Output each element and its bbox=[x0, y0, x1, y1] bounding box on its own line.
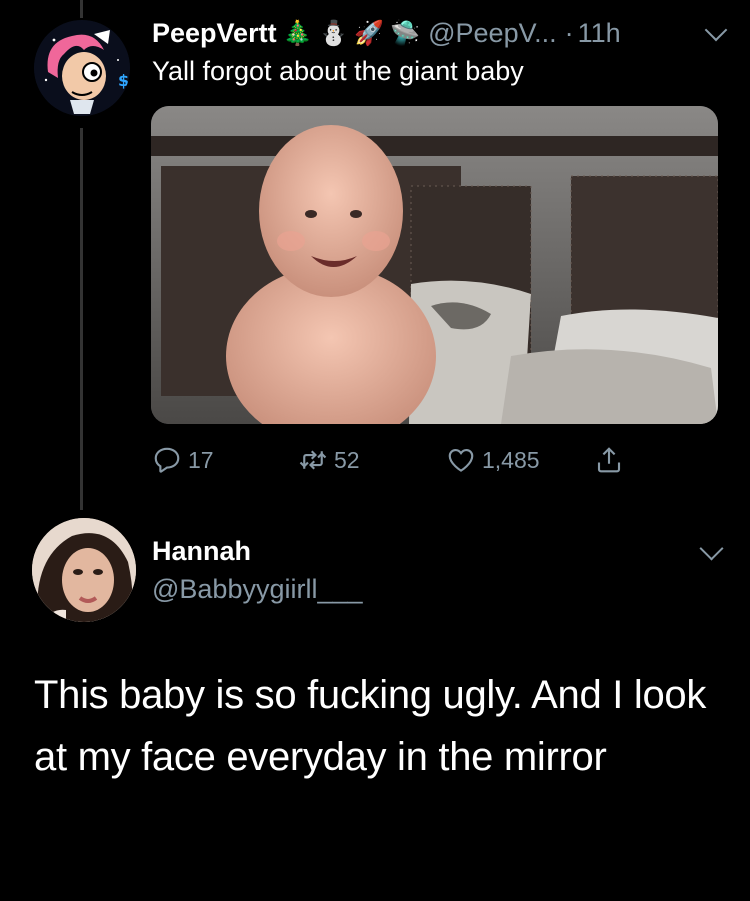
retweet-button[interactable]: 52 bbox=[298, 440, 360, 480]
video-thumbnail-baby-icon bbox=[151, 106, 718, 424]
thread-connector-line bbox=[80, 128, 83, 510]
display-name[interactable]: Hannah bbox=[152, 536, 251, 567]
share-button[interactable] bbox=[594, 440, 630, 480]
tweet-text: This baby is so fucking ugly. And I look… bbox=[34, 673, 707, 779]
reply-count: 17 bbox=[188, 446, 214, 473]
avatar-hannah[interactable] bbox=[32, 518, 136, 622]
tweet-text: Yall forgot about the giant baby bbox=[152, 56, 524, 86]
heart-icon bbox=[448, 448, 474, 472]
reply-button[interactable]: 17 bbox=[152, 440, 214, 480]
thread-line-top bbox=[80, 0, 83, 18]
like-button[interactable]: 1,485 bbox=[446, 440, 540, 480]
tweet-header: PeepVertt 🎄 ⛄ 🚀 🛸 @PeepV... · 11h bbox=[152, 14, 726, 52]
separator-dot: · bbox=[564, 17, 574, 48]
reply-icon bbox=[154, 447, 180, 473]
tweet-actions: 17 52 1,485 bbox=[152, 440, 642, 480]
rocket-icon: 🚀 bbox=[354, 19, 385, 47]
tweet-timestamp[interactable]: 11h bbox=[578, 18, 621, 49]
share-icon bbox=[597, 447, 621, 473]
ufo-icon: 🛸 bbox=[390, 19, 421, 47]
retweet-icon bbox=[299, 450, 327, 470]
christmas-tree-icon: 🎄 bbox=[282, 19, 313, 47]
snowman-icon: ⛄ bbox=[318, 19, 349, 47]
like-count: 1,485 bbox=[482, 446, 540, 473]
user-handle[interactable]: @Babbyygiirll___ bbox=[152, 574, 363, 605]
chevron-down-icon[interactable] bbox=[699, 536, 724, 561]
user-handle[interactable]: @PeepV... bbox=[428, 18, 557, 49]
cartoon-avatar-icon: $ bbox=[34, 20, 130, 116]
tweet-media[interactable] bbox=[151, 106, 718, 424]
retweet-count: 52 bbox=[334, 446, 360, 473]
svg-text:$: $ bbox=[118, 71, 129, 90]
display-name[interactable]: PeepVertt bbox=[152, 18, 277, 49]
avatar-peepvertt[interactable]: $ bbox=[34, 20, 130, 116]
profile-photo-icon bbox=[32, 518, 136, 622]
